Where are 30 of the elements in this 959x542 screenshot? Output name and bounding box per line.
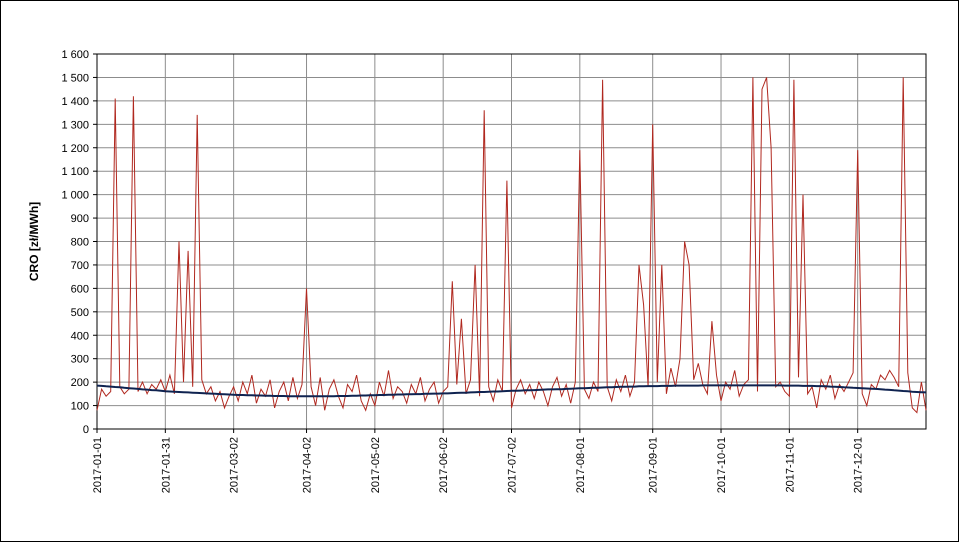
x-tick-label: 2017-12-01 xyxy=(852,437,865,494)
y-axis-title: CRO [zł/MWh] xyxy=(27,202,41,282)
y-tick-label: 500 xyxy=(70,306,89,319)
y-tick-label: 1 300 xyxy=(61,119,89,132)
x-tick-label: 2017-05-02 xyxy=(370,437,382,494)
y-tick-label: 900 xyxy=(70,213,89,226)
x-tick-label: 2017-04-02 xyxy=(302,437,314,494)
x-tick-label: 2017-01-31 xyxy=(160,437,172,494)
x-tick-label: 2017-10-01 xyxy=(716,437,728,494)
x-tick-label: 2017-03-02 xyxy=(228,437,241,494)
y-tick-label: 300 xyxy=(70,354,89,366)
y-tick-label: 1 200 xyxy=(61,142,89,155)
y-tick-label: 700 xyxy=(70,260,89,272)
x-tick-label: 2017-11-01 xyxy=(784,437,796,492)
y-tick-label: 800 xyxy=(70,236,89,248)
y-tick-label: 1 100 xyxy=(61,166,89,178)
y-tick-label: 100 xyxy=(70,400,89,413)
y-tick-label: 1 600 xyxy=(61,49,89,61)
y-tick-label: 600 xyxy=(70,283,89,296)
x-tick-label: 2017-08-01 xyxy=(574,437,587,494)
y-tick-label: 1 000 xyxy=(61,190,89,202)
y-tick-label: 200 xyxy=(70,377,89,390)
y-tick-label: 0 xyxy=(82,424,89,436)
x-tick-label: 2017-07-02 xyxy=(506,437,518,494)
x-tick-label: 2017-01-01 xyxy=(92,437,104,494)
y-tick-label: 1 400 xyxy=(61,96,89,108)
x-tick-label: 2017-06-02 xyxy=(438,437,450,494)
y-tick-label: 1 500 xyxy=(61,72,89,84)
x-tick-label: 2017-09-01 xyxy=(648,437,660,494)
y-tick-label: 400 xyxy=(70,330,89,342)
